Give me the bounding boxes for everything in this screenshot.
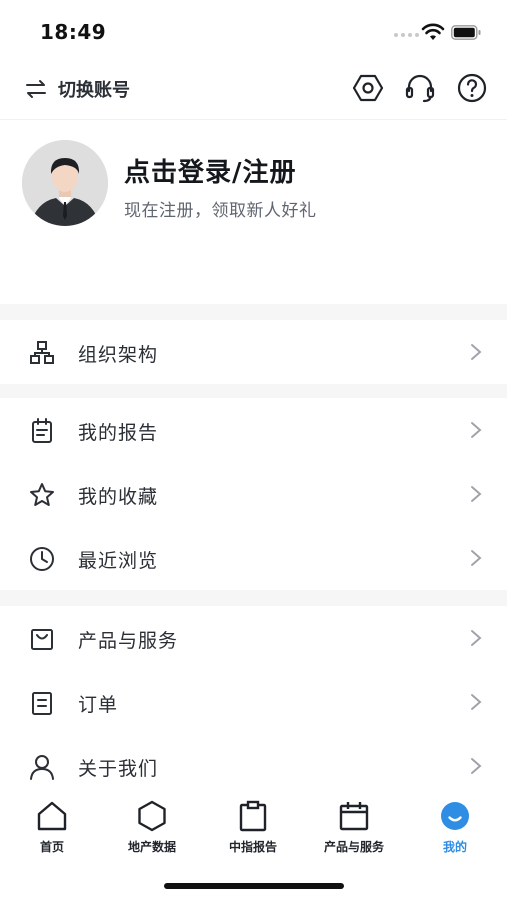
settings-icon <box>352 74 384 102</box>
wifi-icon <box>421 23 445 40</box>
chevron-right-icon <box>469 756 483 776</box>
user-icon <box>28 753 56 781</box>
menu-item-my-favorites[interactable]: 我的收藏 <box>0 462 507 526</box>
login-register-card[interactable]: 点击登录/注册 现在注册，领取新人好礼 <box>0 120 507 304</box>
swap-icon <box>26 80 46 98</box>
default-avatar-icon <box>22 140 108 226</box>
switch-account-label: 切换账号 <box>58 80 130 101</box>
help-button[interactable] <box>456 72 488 104</box>
menu-label: 我的收藏 <box>78 486 159 508</box>
section-divider <box>0 590 507 606</box>
menu-label: 产品与服务 <box>78 630 179 652</box>
clock-icon <box>28 545 56 573</box>
avatar <box>22 140 108 226</box>
tab-products-services[interactable]: 产品与服务 <box>304 800 404 860</box>
tab-label: 中指报告 <box>228 840 277 854</box>
headset-icon <box>405 74 435 103</box>
customer-service-button[interactable] <box>404 72 436 104</box>
tab-real-estate-data[interactable]: 地产数据 <box>102 800 202 860</box>
report-icon <box>28 417 56 445</box>
org-chart-icon <box>28 339 56 367</box>
chevron-right-icon <box>469 548 483 568</box>
tab-label: 首页 <box>39 840 64 854</box>
home-indicator <box>164 883 344 889</box>
menu-label: 订单 <box>78 694 119 716</box>
help-icon <box>457 73 487 103</box>
clipboard-icon <box>239 800 267 832</box>
menu-label: 组织架构 <box>78 344 159 366</box>
signal-icon <box>394 33 419 37</box>
order-icon <box>28 689 56 717</box>
calendar-icon <box>339 802 369 831</box>
menu-label: 关于我们 <box>78 758 159 780</box>
tab-label: 产品与服务 <box>323 840 384 854</box>
top-bar: 切换账号 <box>0 64 507 120</box>
star-icon <box>28 481 56 509</box>
chevron-right-icon <box>469 484 483 504</box>
settings-button[interactable] <box>352 72 384 104</box>
status-time: 18:49 <box>40 20 107 44</box>
bag-icon <box>28 625 56 653</box>
section-divider <box>0 304 507 320</box>
login-subtitle: 现在注册，领取新人好礼 <box>124 201 317 221</box>
chevron-right-icon <box>469 342 483 362</box>
hexagon-icon <box>138 800 166 832</box>
battery-icon <box>451 25 481 40</box>
status-bar: 18:49 <box>0 0 507 64</box>
chevron-right-icon <box>469 420 483 440</box>
menu-item-recently-viewed[interactable]: 最近浏览 <box>0 526 507 590</box>
tab-mine[interactable]: 我的 <box>405 800 505 860</box>
login-title: 点击登录/注册 <box>124 158 297 188</box>
tab-label: 我的 <box>442 840 467 854</box>
chevron-right-icon <box>469 692 483 712</box>
home-icon <box>37 801 67 831</box>
menu-label: 最近浏览 <box>78 550 159 572</box>
tab-label: 地产数据 <box>127 840 176 854</box>
menu-item-products-services[interactable]: 产品与服务 <box>0 606 507 670</box>
menu-item-my-reports[interactable]: 我的报告 <box>0 398 507 462</box>
smile-icon <box>441 802 469 830</box>
menu-item-about-us[interactable]: 关于我们 <box>0 734 507 798</box>
menu-item-orders[interactable]: 订单 <box>0 670 507 734</box>
menu-label: 我的报告 <box>78 422 159 444</box>
menu-item-org-structure[interactable]: 组织架构 <box>0 320 507 384</box>
chevron-right-icon <box>469 628 483 648</box>
switch-account-button[interactable]: 切换账号 <box>24 74 130 104</box>
tab-home[interactable]: 首页 <box>2 800 102 860</box>
tab-reports[interactable]: 中指报告 <box>203 800 303 860</box>
